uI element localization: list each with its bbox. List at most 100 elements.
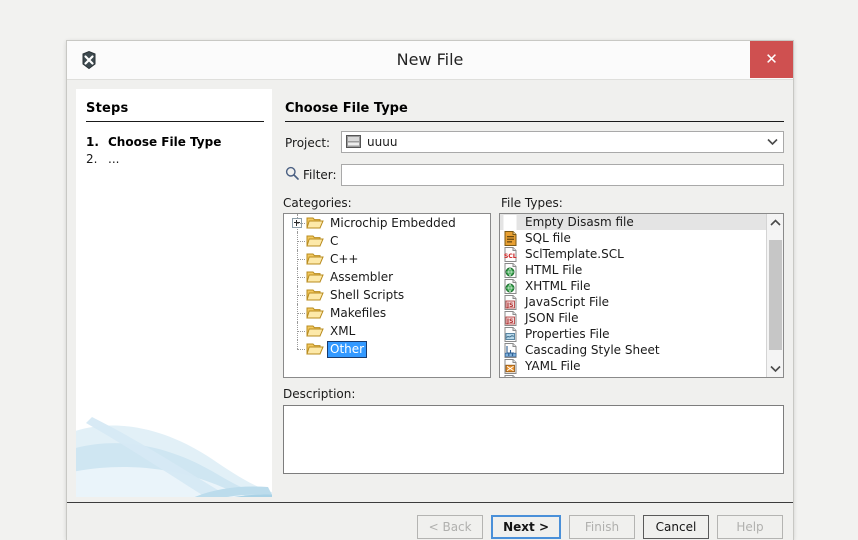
partial-icon <box>503 374 519 377</box>
tree-expander[interactable] <box>290 214 306 232</box>
file-types-scrollbar[interactable] <box>766 214 783 377</box>
filter-label: Filter: <box>303 168 337 182</box>
steps-heading: Steps <box>86 101 129 116</box>
file-type-label: JSON File <box>525 310 579 325</box>
project-value: uuuu <box>367 135 398 149</box>
svg-text:SCL: SCL <box>504 253 517 260</box>
tree-line <box>290 286 306 304</box>
file-type-label: YAML File <box>525 358 581 373</box>
xhtml-icon <box>503 278 519 294</box>
dialog-title: New File <box>396 50 464 69</box>
file-type-row[interactable]: JS JavaScript File <box>500 294 766 310</box>
plus-icon[interactable] <box>292 218 302 228</box>
chevron-down-icon[interactable] <box>767 360 783 377</box>
decorative-wave-graphic <box>76 417 272 497</box>
description-label: Description: <box>283 387 356 401</box>
category-row[interactable]: Makefiles <box>284 304 490 322</box>
file-type-row-partial[interactable] <box>500 374 766 377</box>
file-type-row[interactable]: XHTML File <box>500 278 766 294</box>
step-item-2: 2.... <box>86 152 119 166</box>
folder-icon <box>306 305 324 321</box>
file-type-label: SQL file <box>525 230 571 245</box>
step-number: 2. <box>86 152 98 166</box>
category-label: Other <box>326 340 368 358</box>
category-row[interactable]: XML <box>284 322 490 340</box>
steps-divider <box>86 121 264 122</box>
category-label: Makefiles <box>330 305 387 320</box>
back-button[interactable]: < Back <box>417 515 484 539</box>
folder-icon <box>306 215 324 231</box>
file-type-label: XHTML File <box>525 278 591 293</box>
next-button[interactable]: Next > <box>491 515 561 539</box>
tree-line <box>290 304 306 322</box>
new-file-dialog: New File ✕ Steps 1. Choose File Type 2...… <box>66 40 794 540</box>
category-row[interactable]: C <box>284 232 490 250</box>
content-divider <box>285 121 784 122</box>
chevron-down-icon[interactable] <box>762 133 782 151</box>
yaml-icon <box>503 358 519 374</box>
file-types-list[interactable]: Empty Disasm file SQL file SCL SclTempla… <box>499 213 784 378</box>
svg-text:JS: JS <box>506 317 514 324</box>
properties-icon <box>503 326 519 342</box>
category-row[interactable]: Assembler <box>284 268 490 286</box>
category-label: C <box>330 233 339 248</box>
dialog-body: Steps 1. Choose File Type 2.... Choose Fi… <box>67 80 793 502</box>
file-types-scroll-area: Empty Disasm file SQL file SCL SclTempla… <box>500 214 766 377</box>
category-label: Shell Scripts <box>330 287 405 302</box>
filter-input[interactable] <box>341 164 784 186</box>
chevron-up-icon[interactable] <box>767 214 783 231</box>
category-label: C++ <box>330 251 359 266</box>
file-type-label: Empty Disasm file <box>525 214 634 229</box>
folder-icon <box>306 233 324 249</box>
step-number: 1. <box>86 135 99 149</box>
file-type-row[interactable]: JS JSON File <box>500 310 766 326</box>
file-type-label: Cascading Style Sheet <box>525 342 660 357</box>
folder-icon <box>306 323 324 339</box>
finish-button[interactable]: Finish <box>569 515 635 539</box>
file-type-label: HTML File <box>525 262 583 277</box>
category-row[interactable]: C++ <box>284 250 490 268</box>
file-type-label: Properties File <box>525 326 610 341</box>
dialog-footer: < Back Next > Finish Cancel Help <box>67 502 793 540</box>
step-label: Choose File Type <box>108 135 222 149</box>
category-row-selected[interactable]: Other <box>284 340 490 358</box>
file-type-row[interactable]: SQL file <box>500 230 766 246</box>
file-type-row[interactable]: HTML File <box>500 262 766 278</box>
steps-pane: Steps 1. Choose File Type 2.... <box>76 89 272 497</box>
category-row[interactable]: Microchip Embedded <box>284 214 490 232</box>
js-icon: JS <box>503 294 519 310</box>
file-types-label: File Types: <box>501 196 563 210</box>
folder-icon <box>306 341 324 357</box>
tree-line <box>290 268 306 286</box>
file-type-row[interactable]: YAML File <box>500 358 766 374</box>
project-label: Project: <box>285 136 331 150</box>
tree-line <box>290 232 306 250</box>
json-icon: JS <box>503 310 519 326</box>
file-type-row[interactable]: Empty Disasm file <box>500 214 766 230</box>
scl-icon: SCL <box>503 246 519 262</box>
categories-label: Categories: <box>283 196 352 210</box>
folder-icon <box>306 269 324 285</box>
category-row[interactable]: Shell Scripts <box>284 286 490 304</box>
page-title: Choose File Type <box>285 101 408 116</box>
description-textarea[interactable] <box>283 405 784 474</box>
step-item-1: 1. Choose File Type <box>86 135 221 149</box>
search-icon <box>285 166 299 180</box>
css-icon <box>503 342 519 358</box>
folder-icon <box>306 287 324 303</box>
content-pane: Choose File Type Project: uuuu Filter: C… <box>279 89 784 497</box>
cancel-button[interactable]: Cancel <box>643 515 709 539</box>
file-type-row[interactable]: Cascading Style Sheet <box>500 342 766 358</box>
help-button[interactable]: Help <box>717 515 783 539</box>
project-select[interactable]: uuuu <box>341 131 784 153</box>
categories-list[interactable]: Microchip Embedded C C++ Assembler Shell… <box>283 213 491 378</box>
scrollbar-thumb[interactable] <box>769 240 782 350</box>
file-type-row[interactable]: SCL SclTemplate.SCL <box>500 246 766 262</box>
close-button[interactable]: ✕ <box>750 41 793 78</box>
blank-icon <box>503 214 519 230</box>
sql-icon <box>503 230 519 246</box>
tree-line <box>290 250 306 268</box>
file-type-row[interactable]: Properties File <box>500 326 766 342</box>
button-bar: < Back Next > Finish Cancel Help <box>417 515 783 539</box>
step-label: ... <box>108 152 120 166</box>
